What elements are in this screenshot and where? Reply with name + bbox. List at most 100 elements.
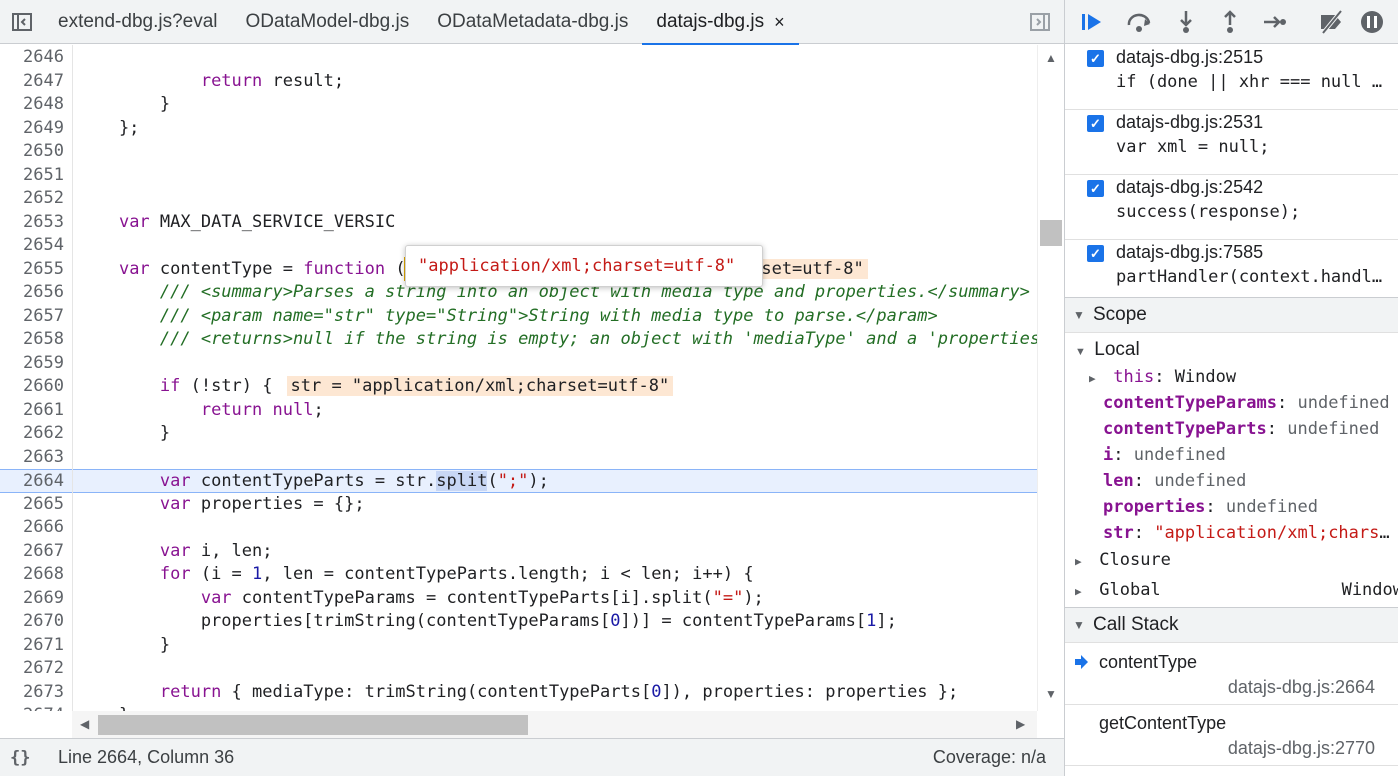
breakpoint-checkbox[interactable]: ✓ (1087, 50, 1104, 67)
line-number[interactable]: 2655 (0, 258, 64, 282)
line-number[interactable]: 2648 (0, 93, 64, 117)
code-line[interactable]: 2662 } (0, 422, 1037, 446)
line-number[interactable]: 2666 (0, 516, 64, 540)
code-line[interactable]: 2650 (0, 140, 1037, 164)
step-into-icon[interactable] (1173, 9, 1199, 35)
close-icon[interactable]: × (774, 12, 785, 33)
scroll-up-icon[interactable]: ▲ (1045, 51, 1057, 65)
line-number[interactable]: 2660 (0, 375, 64, 399)
coverage-status[interactable]: Coverage: n/a (933, 747, 1046, 768)
code-line[interactable]: 2670 properties[trimString(contentTypePa… (0, 610, 1037, 634)
step-out-icon[interactable] (1217, 9, 1243, 35)
scope-variable[interactable]: contentTypeParams: undefined (1103, 390, 1390, 416)
line-number[interactable]: 2672 (0, 657, 64, 681)
code-line[interactable]: 2648 } (0, 93, 1037, 117)
tab-extend-dbg-js-eval[interactable]: extend-dbg.js?eval (44, 0, 232, 44)
line-number[interactable]: 2669 (0, 587, 64, 611)
line-number[interactable]: 2674 (0, 704, 64, 711)
frame-location[interactable]: datajs-dbg.js:2770 (1228, 738, 1375, 759)
step-icon[interactable] (1261, 9, 1287, 35)
line-number[interactable]: 2652 (0, 187, 64, 211)
line-number[interactable]: 2653 (0, 211, 64, 235)
frame-location[interactable]: datajs-dbg.js:2664 (1228, 677, 1375, 698)
line-number[interactable]: 2658 (0, 328, 64, 352)
code-line[interactable]: 2652 (0, 187, 1037, 211)
source-editor[interactable]: 2646 2647 return result; 2648 } 2649 }; 2650… (0, 45, 1064, 738)
line-number[interactable]: 2665 (0, 493, 64, 517)
scroll-down-icon[interactable]: ▼ (1045, 687, 1057, 701)
code-line[interactable]: 2660 if (!str) {str = "application/xml;c… (0, 375, 1037, 399)
scope-global-row[interactable]: ▶ Global Window (1075, 577, 1398, 603)
line-number[interactable]: 2646 (0, 46, 64, 70)
horizontal-scroll-thumb[interactable] (98, 715, 528, 735)
execution-line[interactable]: 2664 var contentTypeParts = str.split(";… (0, 469, 1037, 493)
tab-odatamodel-dbg-js[interactable]: ODataModel-dbg.js (232, 0, 424, 44)
breakpoint-item[interactable]: ✓ datajs-dbg.js:2542 success(response); (1065, 175, 1398, 240)
line-number[interactable]: 2667 (0, 540, 64, 564)
tab-odatametadata-dbg-js[interactable]: ODataMetadata-dbg.js (423, 0, 642, 44)
scope-this-row[interactable]: ▶ this: Window (1089, 364, 1236, 390)
code-line[interactable]: 2667 var i, len; (0, 540, 1037, 564)
line-number[interactable]: 2659 (0, 352, 64, 376)
code-line[interactable]: 2646 (0, 46, 1037, 70)
line-number[interactable]: 2670 (0, 610, 64, 634)
scroll-left-icon[interactable]: ◀ (80, 717, 89, 731)
code-line[interactable]: 2671 } (0, 634, 1037, 658)
line-number[interactable]: 2649 (0, 117, 64, 141)
line-number[interactable]: 2664 (0, 470, 64, 494)
breakpoint-item[interactable]: ✓ datajs-dbg.js:7585 partHandler(context.h… (1065, 240, 1398, 305)
line-number[interactable]: 2656 (0, 281, 64, 305)
line-number[interactable]: 2647 (0, 70, 64, 94)
line-number[interactable]: 2661 (0, 399, 64, 423)
code-line[interactable]: 2672 (0, 657, 1037, 681)
resume-icon[interactable] (1079, 9, 1105, 35)
call-frame[interactable]: contentType datajs-dbg.js:2664 (1065, 644, 1398, 705)
vertical-scrollbar[interactable]: ▲ ▼ (1037, 45, 1064, 711)
code-line[interactable]: 2651 (0, 164, 1037, 188)
scope-local-header[interactable]: ▼ Local (1075, 337, 1140, 363)
tab-datajs-dbg-js[interactable]: datajs-dbg.js × (642, 0, 799, 45)
line-number[interactable]: 2650 (0, 140, 64, 164)
code-line[interactable]: 2669 var contentTypeParams = contentType… (0, 587, 1037, 611)
horizontal-scrollbar[interactable]: ◀ ▶ (72, 711, 1037, 738)
code-line[interactable]: 2659 (0, 352, 1037, 376)
pause-on-exceptions-icon[interactable] (1359, 9, 1385, 35)
scope-variable[interactable]: str: "application/xml;charset=utf-8" (1103, 520, 1398, 546)
code-line[interactable]: 2661 return null; (0, 399, 1037, 423)
call-frame[interactable]: getContentType datajs-dbg.js:2770 (1065, 705, 1398, 766)
scope-variable[interactable]: len: undefined (1103, 468, 1246, 494)
scope-variable[interactable]: contentTypeParts: undefined (1103, 416, 1379, 442)
line-number[interactable]: 2671 (0, 634, 64, 658)
code-line[interactable]: 2673 return { mediaType: trimString(cont… (0, 681, 1037, 705)
code-line[interactable]: 2649 }; (0, 117, 1037, 141)
line-number[interactable]: 2662 (0, 422, 64, 446)
code-lines[interactable]: 2646 2647 return result; 2648 } 2649 }; 2650… (0, 45, 1037, 711)
toggle-navigator-icon[interactable] (10, 10, 34, 34)
line-number[interactable]: 2668 (0, 563, 64, 587)
breakpoint-checkbox[interactable]: ✓ (1087, 180, 1104, 197)
step-over-icon[interactable] (1125, 9, 1151, 35)
scope-closure-row[interactable]: ▶ Closure (1075, 547, 1171, 573)
breakpoint-item[interactable]: ✓ datajs-dbg.js:2531 var xml = null; (1065, 110, 1398, 175)
toggle-debugger-icon[interactable] (1028, 10, 1052, 34)
scope-section-header[interactable]: ▼ Scope (1065, 297, 1398, 333)
code-line[interactable]: 2658 /// <returns>null if the string is … (0, 328, 1037, 352)
vertical-scroll-thumb[interactable] (1040, 220, 1062, 246)
code-line[interactable]: 2653 var MAX_DATA_SERVICE_VERSIC (0, 211, 1037, 235)
line-number[interactable]: 2673 (0, 681, 64, 705)
code-line[interactable]: 2647 return result; (0, 70, 1037, 94)
callstack-section-header[interactable]: ▼ Call Stack (1065, 607, 1398, 643)
line-number[interactable]: 2654 (0, 234, 64, 258)
line-number[interactable]: 2657 (0, 305, 64, 329)
code-line[interactable]: 2674 }; (0, 704, 1037, 711)
breakpoint-checkbox[interactable]: ✓ (1087, 115, 1104, 132)
scope-variable[interactable]: i: undefined (1103, 442, 1226, 468)
code-line[interactable]: 2668 for (i = 1, len = contentTypeParts.… (0, 563, 1037, 587)
line-number[interactable]: 2663 (0, 446, 64, 470)
code-line[interactable]: 2663 (0, 446, 1037, 470)
code-line[interactable]: 2666 (0, 516, 1037, 540)
breakpoint-checkbox[interactable]: ✓ (1087, 245, 1104, 262)
deactivate-breakpoints-icon[interactable] (1317, 9, 1343, 35)
line-number[interactable]: 2651 (0, 164, 64, 188)
breakpoint-item[interactable]: ✓ datajs-dbg.js:2515 if (done || xhr === n… (1065, 45, 1398, 110)
